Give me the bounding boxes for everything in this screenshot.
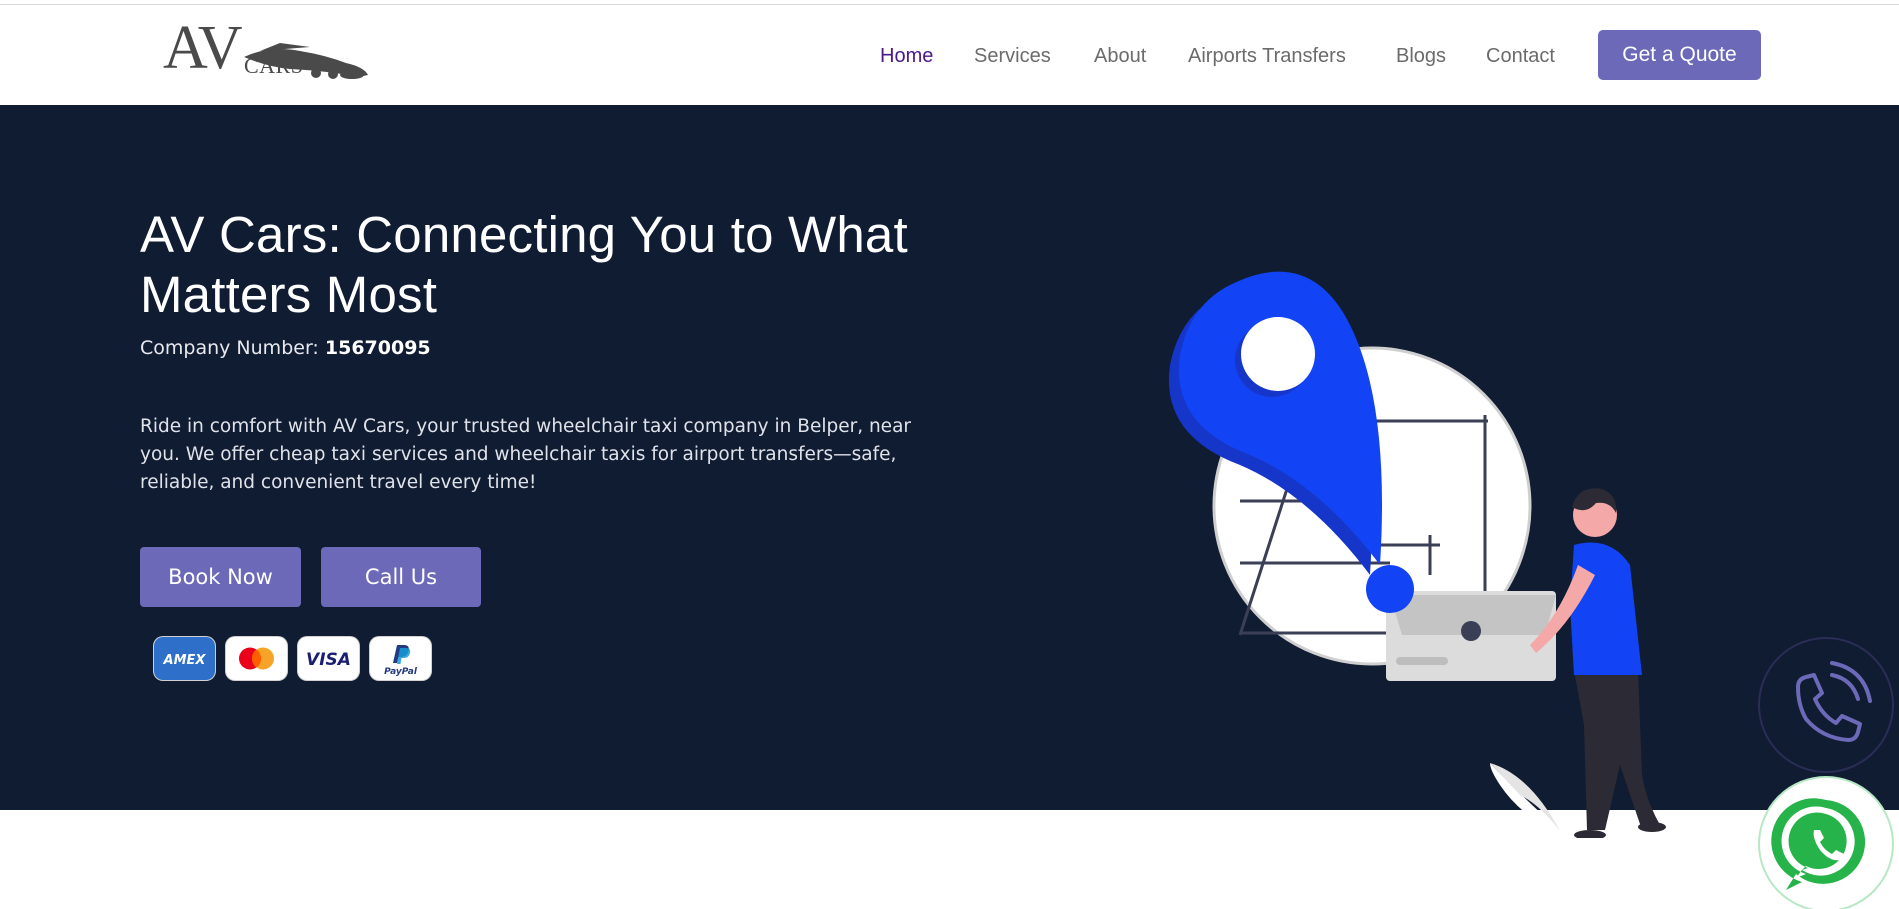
nav-about[interactable]: About <box>1094 45 1146 68</box>
payment-methods: AMEX VISA PayPal <box>154 637 434 681</box>
nav-contact[interactable]: Contact <box>1486 45 1555 68</box>
visa-icon: VISA <box>298 637 359 680</box>
company-number: Company Number: 15670095 <box>140 337 431 359</box>
svg-text:PayPal: PayPal <box>384 667 418 677</box>
company-number-label: Company Number: <box>140 337 319 359</box>
amex-icon: AMEX <box>154 637 215 680</box>
floating-whatsapp-button[interactable] <box>1758 776 1894 909</box>
hero-section: AV Cars: Connecting You to What Matters … <box>0 105 1899 840</box>
svg-text:AMEX: AMEX <box>163 653 207 668</box>
site-header: AV CARS Home Services About Airports Tra… <box>0 5 1899 105</box>
nav-services[interactable]: Services <box>974 45 1051 68</box>
floating-phone-button[interactable] <box>1758 637 1894 773</box>
location-pin-illustration <box>1168 271 1758 840</box>
svg-text:VISA: VISA <box>306 650 351 670</box>
paypal-icon: PayPal <box>370 637 431 680</box>
hero-title: AV Cars: Connecting You to What Matters … <box>140 206 908 323</box>
call-us-button[interactable]: Call Us <box>321 547 481 607</box>
nav-blogs[interactable]: Blogs <box>1396 45 1446 68</box>
nav-airports-transfers[interactable]: Airports Transfers <box>1188 45 1346 68</box>
company-number-value: 15670095 <box>324 337 431 359</box>
book-now-button[interactable]: Book Now <box>140 547 301 607</box>
get-quote-button[interactable]: Get a Quote <box>1598 30 1761 80</box>
main-nav: Home Services About Airports Transfers B… <box>0 5 1899 105</box>
whatsapp-icon <box>1771 798 1866 890</box>
phone-icon <box>1796 661 1872 742</box>
mastercard-icon <box>226 637 287 680</box>
hero-description: Ride in comfort with AV Cars, your trust… <box>140 416 912 493</box>
nav-home[interactable]: Home <box>880 45 933 68</box>
